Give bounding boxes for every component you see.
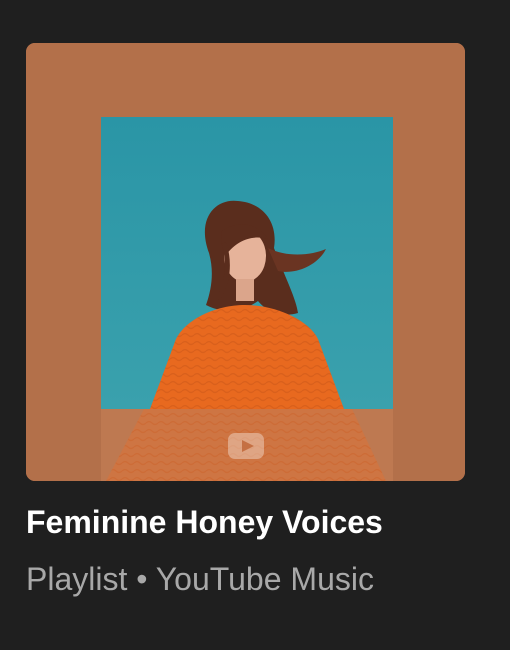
playlist-source[interactable]: YouTube Music: [156, 561, 374, 597]
playlist-artwork[interactable]: [26, 43, 465, 481]
playlist-card[interactable]: Feminine Honey Voices Playlist • YouTube…: [0, 0, 510, 650]
artwork-image: [26, 43, 465, 481]
playlist-title[interactable]: Feminine Honey Voices: [26, 500, 496, 544]
play-icon: [228, 433, 264, 459]
playlist-subtitle: Playlist • YouTube Music: [26, 556, 496, 602]
playlist-type-label: Playlist: [26, 561, 128, 597]
subtitle-separator: •: [136, 561, 148, 597]
